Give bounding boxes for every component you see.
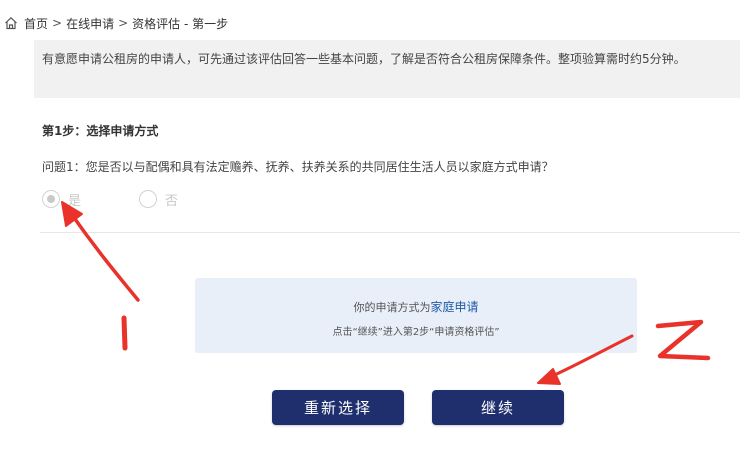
reselect-button[interactable]: 重新选择	[272, 390, 404, 425]
breadcrumb: 首页 > 在线申请 > 资格评估 - 第一步	[4, 14, 228, 32]
annotation-mark-2	[655, 319, 711, 361]
notice-banner: 有意愿申请公租房的申请人，可先通过该评估回答一些基本问题，了解是否符合公租房保障…	[34, 40, 740, 98]
result-box: 你的申请方式为家庭申请 点击“继续”进入第2步“申请资格评估”	[195, 278, 637, 353]
option-yes-label: 是	[68, 193, 82, 209]
result-mode: 家庭申请	[430, 300, 479, 314]
result-hint: 点击“继续”进入第2步“申请资格评估”	[332, 327, 500, 338]
result-prefix: 你的申请方式为	[353, 301, 431, 314]
breadcrumb-home[interactable]: 首页	[24, 15, 48, 32]
continue-button[interactable]: 继续	[432, 390, 564, 425]
step-title: 第1步：选择申请方式	[42, 124, 159, 138]
option-yes[interactable]: 是	[42, 190, 81, 209]
breadcrumb-online-apply[interactable]: 在线申请	[66, 15, 114, 32]
breadcrumb-separator: >	[118, 16, 129, 30]
radio-selected-dot	[47, 195, 55, 203]
breadcrumb-separator: >	[52, 16, 63, 30]
notice-text: 有意愿申请公租房的申请人，可先通过该评估回答一些基本问题，了解是否符合公租房保障…	[42, 52, 686, 66]
answer-options: 是 否	[42, 188, 236, 210]
option-no[interactable]: 否	[139, 190, 178, 209]
result-line: 你的申请方式为家庭申请	[195, 298, 637, 315]
radio-yes[interactable]	[42, 190, 60, 208]
divider	[40, 232, 740, 233]
question-text: 问题1：您是否以与配偶和具有法定赡养、抚养、扶养关系的共同居住生活人员以家庭方式…	[42, 160, 554, 174]
annotation-mark-1	[121, 315, 128, 351]
radio-no[interactable]	[139, 190, 158, 208]
option-no-label: 否	[165, 193, 179, 209]
annotation-arrow-1	[61, 201, 140, 302]
breadcrumb-current: 资格评估 - 第一步	[132, 16, 229, 31]
home-icon[interactable]	[4, 16, 18, 30]
